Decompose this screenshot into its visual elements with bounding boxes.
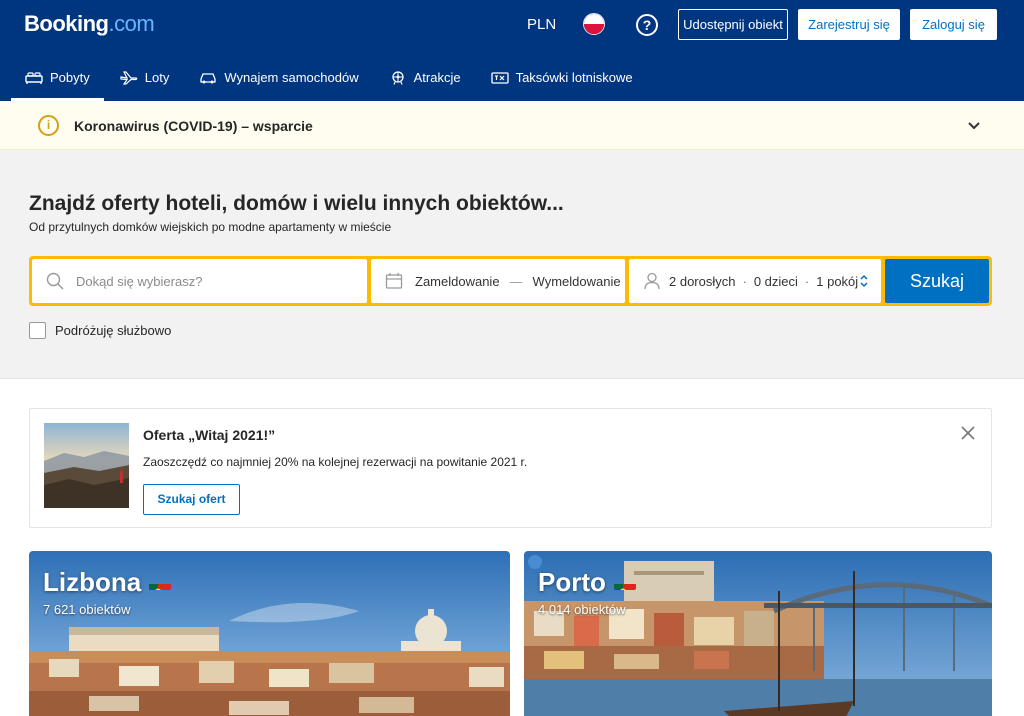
covid-banner[interactable]: i Koronawirus (COVID-19) – wsparcie bbox=[0, 101, 1024, 150]
main-nav: Pobyty Loty Wynajem samochodów Atrakcje … bbox=[11, 60, 649, 101]
info-icon: i bbox=[38, 115, 59, 136]
destination-card-lisbon[interactable]: Lizbona 7 621 obiektów bbox=[29, 551, 510, 716]
search-bar: Zameldowanie — Wymeldowanie 2 dorosłych … bbox=[29, 256, 992, 306]
destination-card-porto[interactable]: Porto 4 014 obiektów bbox=[524, 551, 992, 716]
help-icon[interactable]: ? bbox=[636, 14, 658, 36]
date-separator: — bbox=[509, 273, 523, 289]
calendar-icon bbox=[385, 273, 403, 289]
taxi-icon bbox=[490, 71, 509, 85]
offer-title: Oferta „Witaj 2021!” bbox=[143, 427, 276, 443]
site-header: Booking.com PLN ? Udostępnij obiekt Zare… bbox=[0, 0, 1024, 101]
updown-chevron-icon bbox=[860, 274, 868, 288]
destination-name: Porto bbox=[538, 567, 636, 598]
page-title: Znajdź oferty hoteli, domów i wielu inny… bbox=[29, 192, 564, 215]
portugal-flag-icon bbox=[149, 575, 172, 590]
page-subtitle: Od przytulnych domków wiejskich po modne… bbox=[29, 220, 392, 234]
nav-item-airport-taxis[interactable]: Taksówki lotniskowe bbox=[477, 60, 647, 95]
guests-field[interactable]: 2 dorosłych · 0 dzieci · 1 pokój bbox=[629, 259, 881, 303]
nav-item-car-rental[interactable]: Wynajem samochodów bbox=[185, 60, 372, 95]
person-icon bbox=[644, 272, 660, 290]
search-offers-button[interactable]: Szukaj ofert bbox=[143, 484, 240, 515]
nav-item-label: Pobyty bbox=[50, 70, 90, 85]
checkout-label[interactable]: Wymeldowanie bbox=[533, 274, 621, 289]
promo-offer-card: Oferta „Witaj 2021!” Zaoszczędź co najmn… bbox=[29, 408, 992, 528]
date-field[interactable]: Zameldowanie — Wymeldowanie bbox=[371, 259, 625, 303]
chevron-down-icon[interactable] bbox=[965, 116, 983, 134]
portugal-flag-icon bbox=[613, 575, 636, 590]
destination-name-text: Lizbona bbox=[43, 567, 142, 597]
nav-item-attractions[interactable]: Atrakcje bbox=[375, 60, 475, 95]
business-travel-checkbox[interactable]: Podróżuję służbowo bbox=[29, 322, 171, 339]
close-icon[interactable] bbox=[960, 425, 976, 441]
search-button[interactable]: Szukaj bbox=[885, 259, 989, 303]
children-count: 0 dzieci bbox=[753, 273, 798, 289]
nav-item-label: Atrakcje bbox=[413, 70, 461, 85]
language-flag-icon[interactable] bbox=[583, 13, 605, 35]
checkin-label[interactable]: Zameldowanie bbox=[415, 274, 500, 289]
guest-separator: · bbox=[804, 273, 810, 289]
logo-main-text: Booking bbox=[24, 11, 109, 36]
checkbox[interactable] bbox=[29, 322, 46, 339]
offer-description: Zaoszczędź co najmniej 20% na kolejnej r… bbox=[143, 455, 528, 469]
destination-property-count: 7 621 obiektów bbox=[43, 602, 131, 617]
destination-input[interactable] bbox=[76, 273, 346, 289]
covid-banner-text: Koronawirus (COVID-19) – wsparcie bbox=[74, 118, 313, 134]
logo-suffix-text: .com bbox=[108, 11, 155, 36]
plane-icon bbox=[120, 70, 138, 85]
nav-item-label: Loty bbox=[144, 70, 170, 85]
adults-count: 2 dorosłych bbox=[669, 273, 736, 289]
booking-logo[interactable]: Booking.com bbox=[24, 11, 155, 37]
destination-name: Lizbona bbox=[43, 567, 172, 598]
car-icon bbox=[199, 71, 217, 85]
search-icon bbox=[46, 272, 64, 290]
nav-item-label: Taksówki lotniskowe bbox=[515, 70, 633, 85]
attractions-icon bbox=[389, 70, 407, 85]
login-button[interactable]: Zaloguj się bbox=[910, 9, 997, 40]
destination-property-count: 4 014 obiektów bbox=[538, 602, 626, 617]
destination-name-text: Porto bbox=[538, 567, 606, 597]
rooms-count: 1 pokój bbox=[816, 273, 859, 289]
list-property-button[interactable]: Udostępnij obiekt bbox=[678, 9, 788, 40]
destination-field[interactable] bbox=[32, 259, 367, 303]
business-travel-label: Podróżuję służbowo bbox=[55, 323, 172, 338]
nav-item-stays[interactable]: Pobyty bbox=[11, 60, 104, 101]
search-section: Znajdź oferty hoteli, domów i wielu inny… bbox=[0, 150, 1024, 379]
register-button[interactable]: Zarejestruj się bbox=[798, 9, 900, 40]
guest-separator: · bbox=[742, 273, 747, 289]
offer-image bbox=[44, 423, 129, 508]
nav-item-flights[interactable]: Loty bbox=[106, 60, 184, 95]
bed-icon bbox=[25, 71, 43, 85]
currency-selector[interactable]: PLN bbox=[527, 16, 556, 33]
nav-item-label: Wynajem samochodów bbox=[224, 70, 359, 85]
